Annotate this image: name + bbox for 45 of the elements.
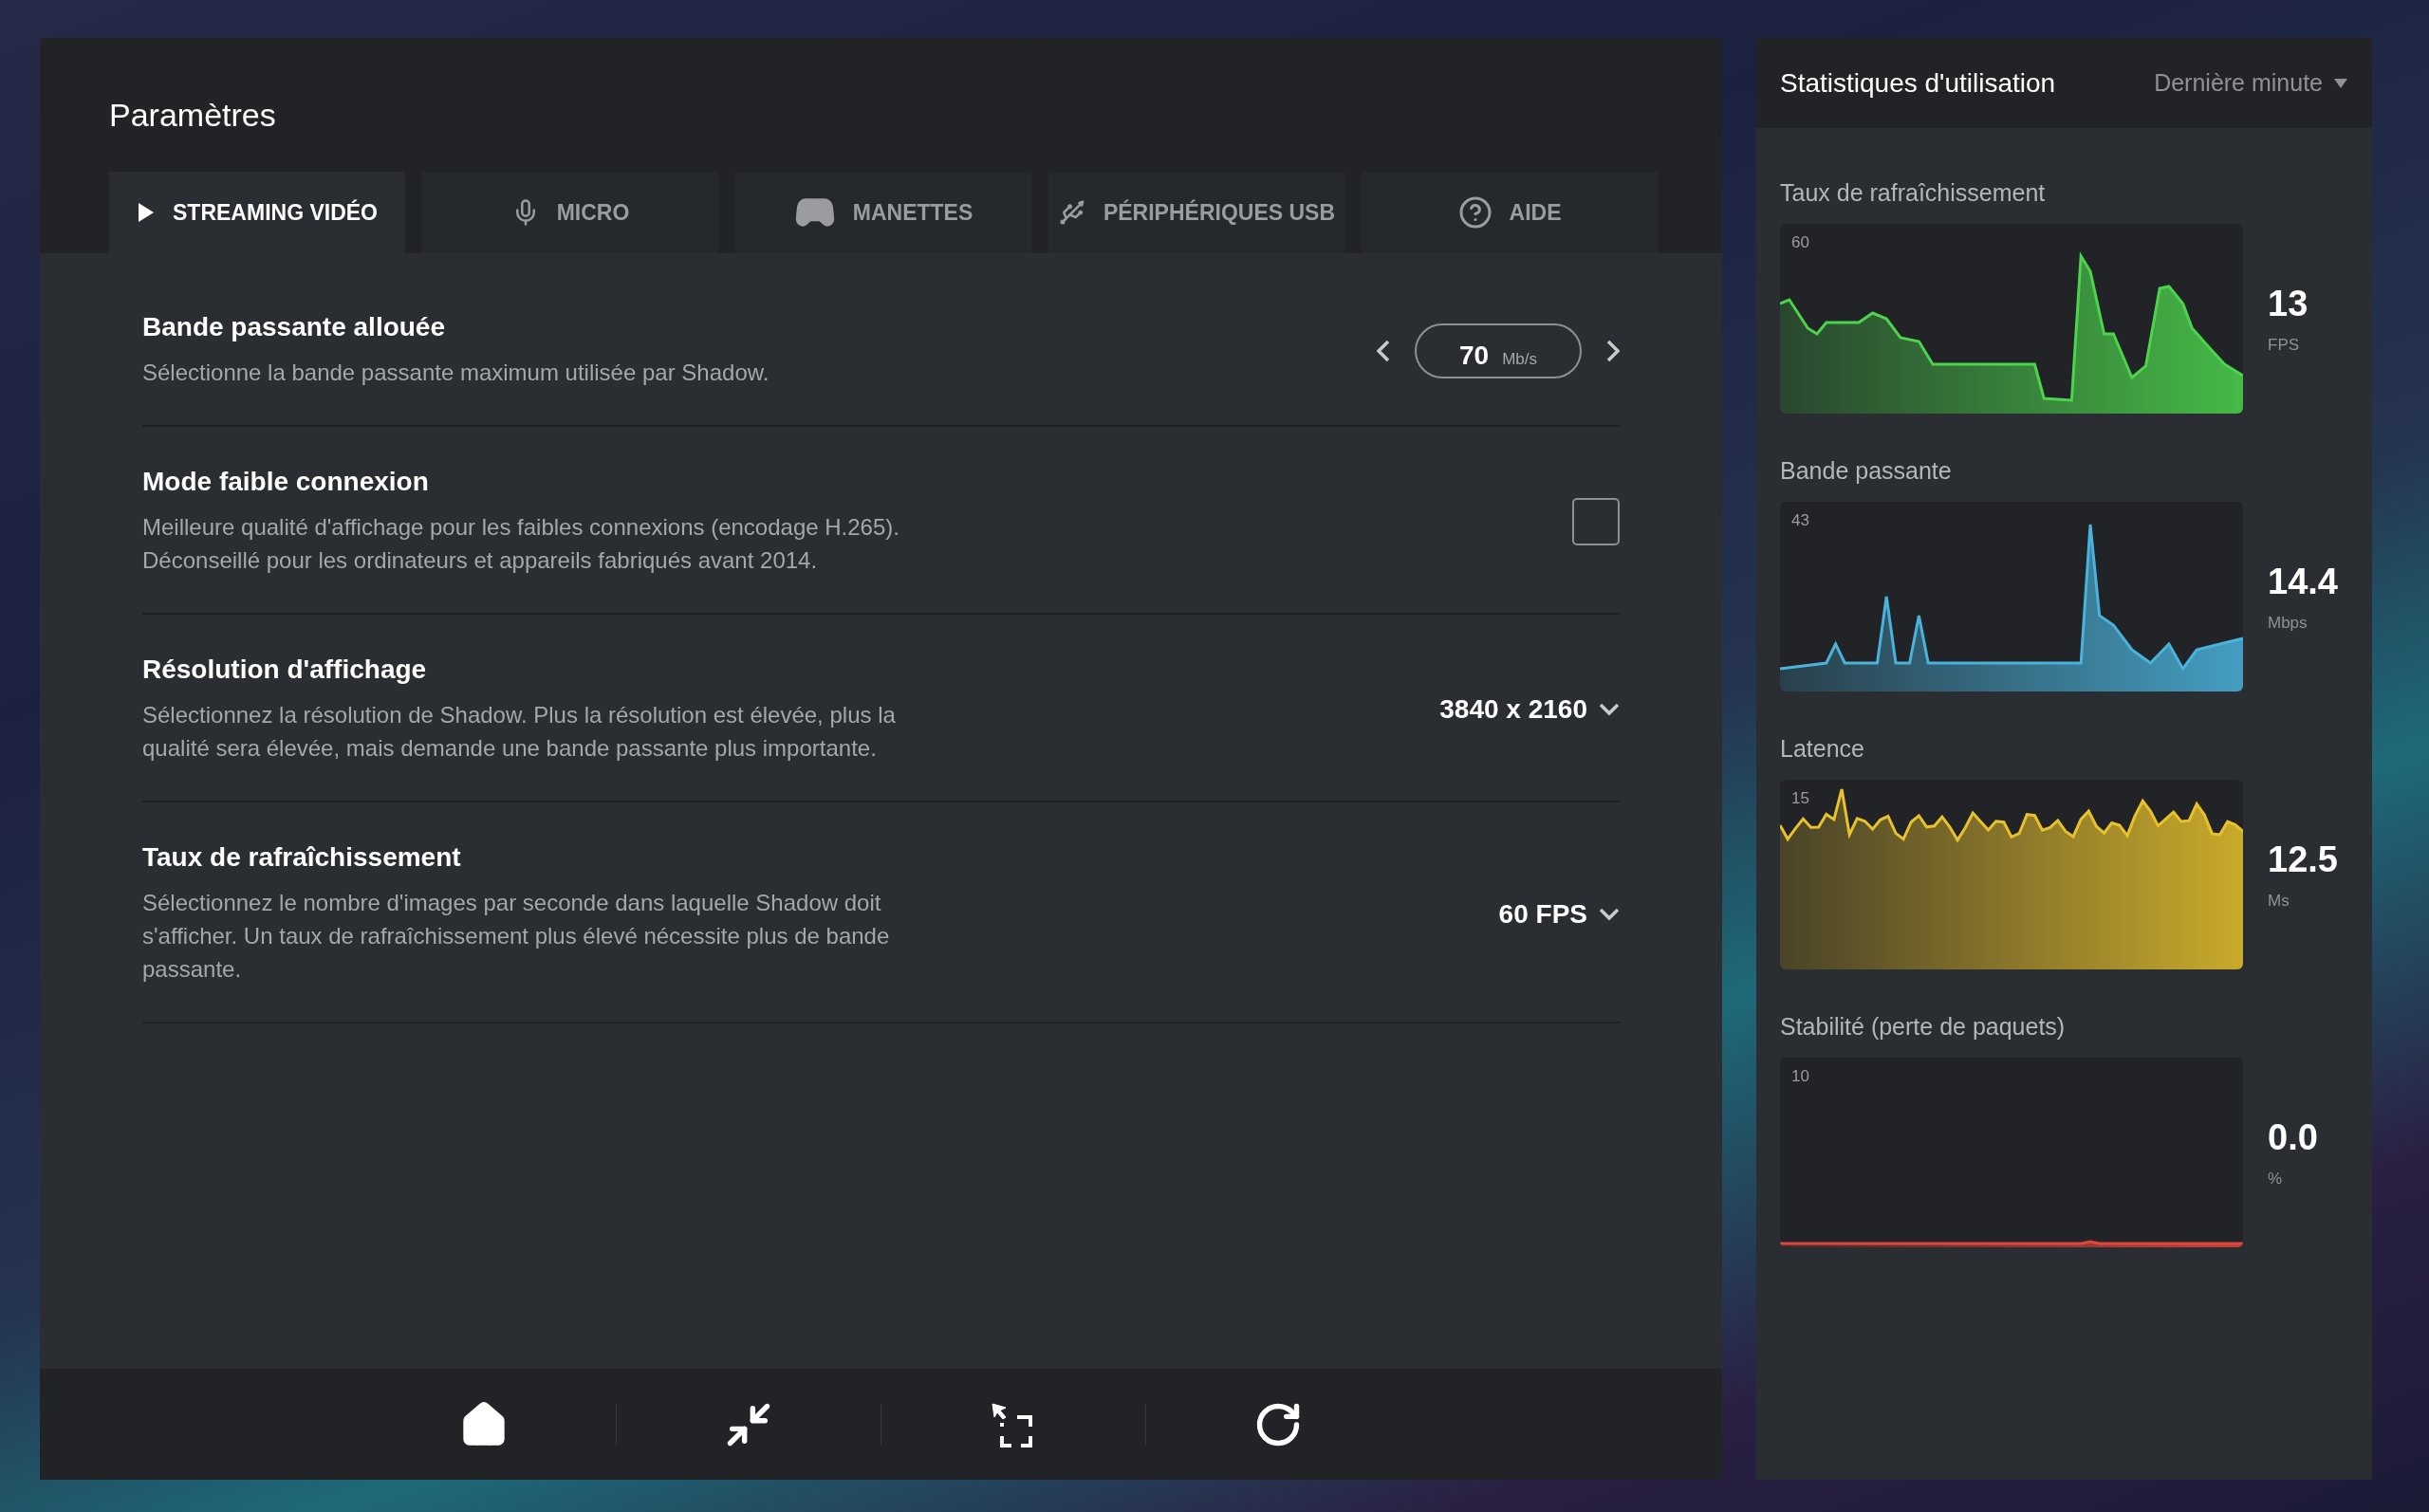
stat-value: 13 <box>2268 283 2308 324</box>
setting-title: Mode faible connexion <box>142 467 430 497</box>
setting-title: Résolution d'affichage <box>142 655 428 685</box>
checkbox[interactable] <box>1572 498 1620 545</box>
chevron-down-icon <box>1599 907 1620 921</box>
chevron-right-icon[interactable] <box>1606 339 1620 362</box>
stat-unit: Ms <box>2268 891 2290 911</box>
period-dropdown[interactable]: Dernière minute <box>2154 69 2347 97</box>
bandwidth-unit: Mb/s <box>1502 349 1537 369</box>
graph-label: Latence <box>1780 735 1865 763</box>
dropdown[interactable]: 60 FPS <box>1498 898 1620 930</box>
stat-unit: % <box>2268 1169 2284 1189</box>
graph-label: Bande passante <box>1780 457 1953 485</box>
stat-value: 12.5 <box>2268 839 2338 880</box>
play-icon <box>137 201 156 224</box>
setting-description: Sélectionnez la résolution de Shadow. Plus la résolution est élevée, plus la qualité sera élevée, mais demande une bande passante plus importante. <box>142 701 896 763</box>
graph-max-label: 43 <box>1791 511 1809 530</box>
tab[interactable]: MICRO <box>422 172 718 253</box>
tab[interactable]: STREAMING VIDÉO <box>109 172 405 253</box>
stat-value: 0.0 <box>2268 1116 2318 1158</box>
stat-unit: FPS <box>2268 335 2301 355</box>
tab[interactable]: PÉRIPHÉRIQUES USB <box>1048 172 1344 253</box>
setting-description: Meilleure qualité d'affichage pour les faibles connexions (encodage H.265). Déconseillé pour les ordinateurs et appareils fabriqués avant 2014. <box>142 513 899 575</box>
graph-label: Taux de rafraîchissement <box>1780 179 2047 207</box>
graph-max-label: 15 <box>1791 789 1809 808</box>
graph-max-label: 60 <box>1791 233 1809 252</box>
setting-description: Sélectionne la bande passante maximum utilisée par Shadow. <box>142 359 769 387</box>
help-icon <box>1457 195 1493 230</box>
setting-title: Bande passante allouée <box>142 312 446 342</box>
caret-icon <box>2334 78 2347 88</box>
stat-value: 14.4 <box>2268 561 2338 602</box>
bandwidth-field[interactable]: 70 Mb/s <box>1415 323 1582 378</box>
stat-unit: Mbps <box>2268 613 2308 633</box>
tab[interactable]: AIDE <box>1362 172 1658 253</box>
setting-description: Sélectionnez le nombre d'images par seconde dans laquelle Shadow doit s'afficher. Un taux de rafraîchissement plus élevé nécessite plus de bande passante. <box>142 889 890 984</box>
chevron-down-icon <box>1599 703 1620 716</box>
setting-title: Taux de rafraîchissement <box>142 842 462 873</box>
chevron-left-icon[interactable] <box>1377 339 1390 362</box>
dropdown[interactable]: 3840 x 2160 <box>1439 694 1620 725</box>
tab[interactable]: MANETTES <box>735 172 1031 253</box>
stats-title: Statistiques d'utilisation <box>1780 67 2056 99</box>
bandwidth-value: 70 <box>1459 340 1490 371</box>
graph-label: Stabilité (perte de paquets) <box>1780 1013 2067 1041</box>
graph-max-label: 10 <box>1791 1067 1809 1086</box>
settings-title: Paramètres <box>109 97 277 134</box>
